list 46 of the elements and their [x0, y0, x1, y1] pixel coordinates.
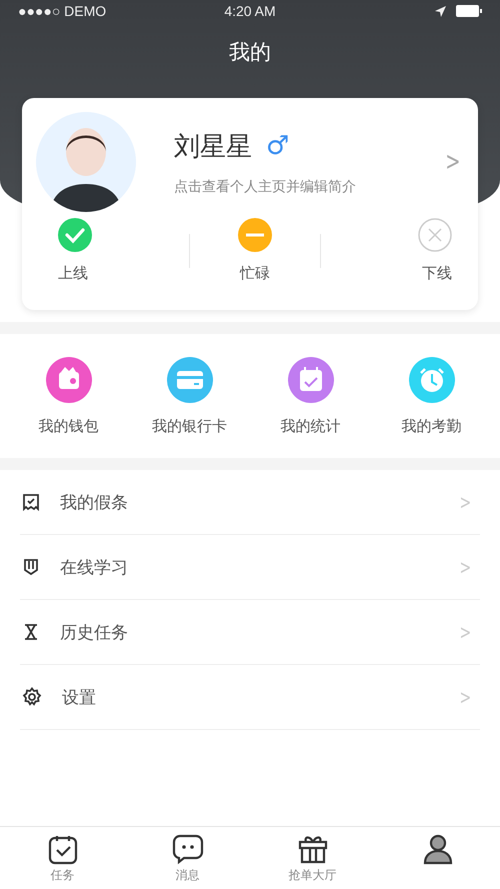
status-label: 上线 [58, 264, 88, 283]
wallet-icon[interactable] [46, 356, 92, 402]
calendar-icon[interactable] [288, 356, 334, 402]
page-title: 我的 [229, 40, 271, 64]
menu-label: 历史任务 [60, 622, 129, 644]
chevron-icon: > [460, 490, 472, 514]
hourglass-icon [22, 623, 40, 641]
chevron-icon: > [445, 147, 461, 177]
menu-item[interactable]: 设置 > [20, 665, 480, 730]
chevron-icon: > [460, 555, 472, 579]
menu-item[interactable]: 历史任务 > [20, 600, 480, 665]
receipt-icon [22, 493, 40, 511]
tab-bar-item[interactable]: 抢单大厅 [250, 827, 375, 889]
check-circle-icon[interactable] [58, 218, 92, 252]
menu-item[interactable]: 我的假条 > [20, 470, 480, 535]
clock-time: 4:20 AM [224, 3, 276, 19]
menu-item[interactable]: 在线学习 > [20, 535, 480, 600]
tab-bar-item[interactable]: 消息 [125, 827, 250, 889]
card-icon[interactable] [166, 356, 212, 402]
tab-bar-item[interactable]: 任务 [0, 827, 125, 889]
close-circle-icon[interactable] [418, 218, 452, 252]
minus-circle-icon[interactable] [238, 218, 272, 252]
status-label: 忙碌 [240, 264, 270, 283]
clock-icon[interactable] [408, 356, 454, 402]
chat-icon [172, 833, 204, 865]
shortcut-label[interactable]: 我的考勤 [402, 416, 462, 436]
shortcut-label[interactable]: 我的钱包 [38, 416, 98, 436]
settings-icon [22, 687, 42, 707]
profile-hint: 点击查看个人主页并编辑简介 [174, 178, 357, 196]
profile-card[interactable]: 刘星星 ♂ 点击查看个人主页并编辑简介 > 上线 忙碌 下线 [22, 98, 478, 310]
carrier-signal: ●●●●○ DEMO [18, 3, 108, 19]
clipboard-check-icon [46, 833, 78, 865]
user-icon [422, 833, 454, 865]
menu-label: 在线学习 [60, 556, 129, 578]
battery-icon [456, 5, 482, 17]
chevron-icon: > [460, 685, 472, 709]
menu-label: 设置 [62, 686, 97, 708]
status-label: 下线 [422, 264, 452, 283]
location-icon [435, 6, 446, 16]
gender-symbol: ♂ [266, 131, 290, 161]
menu-label: 我的假条 [60, 492, 129, 514]
shield-icon [22, 558, 40, 576]
chevron-icon: > [460, 620, 472, 644]
shortcut-label[interactable]: 我的银行卡 [152, 416, 227, 436]
shortcut-label[interactable]: 我的统计 [280, 416, 340, 436]
user-name: 刘星星 [174, 130, 252, 164]
